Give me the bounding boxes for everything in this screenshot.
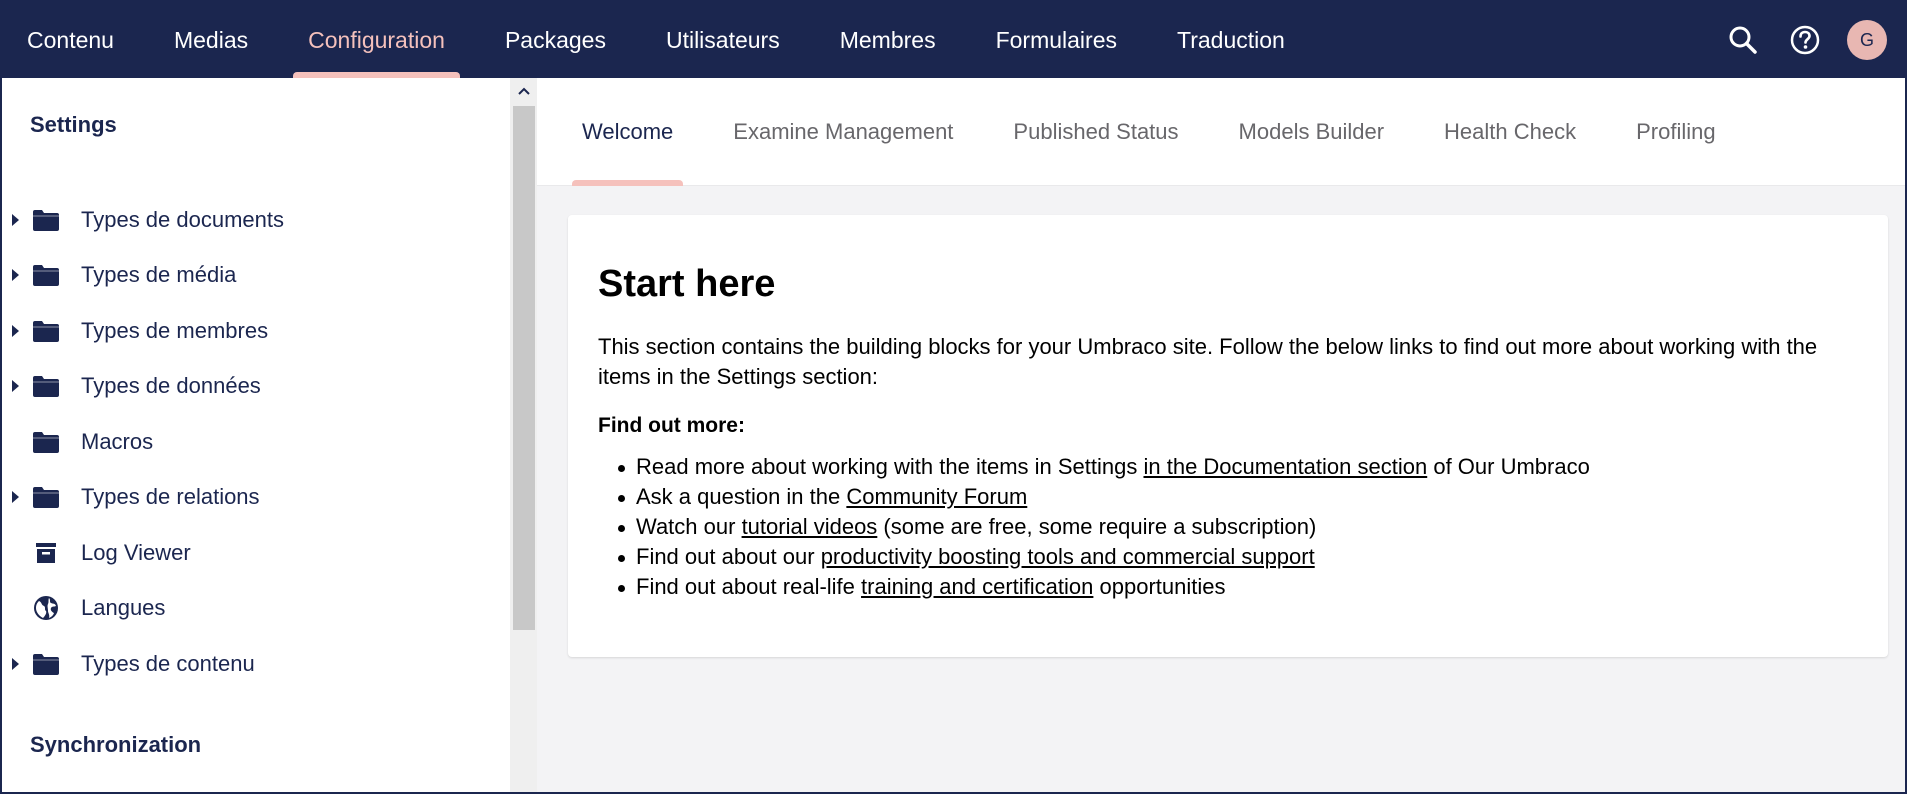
tree-item-label: Types de membres bbox=[81, 318, 269, 343]
tree-item-log-viewer[interactable]: Log Viewer bbox=[2, 529, 510, 577]
expand-caret-icon[interactable] bbox=[12, 269, 19, 281]
tree-item-types-de-contenu[interactable]: Types de contenu bbox=[2, 640, 510, 688]
top-tools: G bbox=[1723, 2, 1887, 78]
folder-icon bbox=[32, 374, 60, 398]
section-packages[interactable]: Packages bbox=[490, 2, 621, 78]
list-item-text: opportunities bbox=[1093, 574, 1226, 599]
section-medias[interactable]: Medias bbox=[159, 2, 263, 78]
list-item: Ask a question in the Community Forum bbox=[598, 482, 1858, 512]
tree-item-label: Langues bbox=[81, 595, 166, 620]
tree-item-label: Types de données bbox=[81, 373, 261, 398]
expand-caret-icon[interactable] bbox=[12, 380, 19, 392]
expand-caret-icon[interactable] bbox=[12, 658, 19, 670]
tree-item-types-de-documents[interactable]: Types de documents bbox=[2, 196, 510, 244]
dashboard-tabs: Welcome Examine Management Published Sta… bbox=[537, 78, 1905, 186]
avatar[interactable]: G bbox=[1847, 20, 1887, 60]
tab-profiling[interactable]: Profiling bbox=[1626, 78, 1725, 185]
expand-caret-icon[interactable] bbox=[12, 214, 19, 226]
sidebar: Settings Types de documents Types de méd… bbox=[2, 78, 537, 792]
tree-item-label: Types de documents bbox=[81, 207, 285, 232]
settings-heading: Settings bbox=[30, 112, 117, 137]
sidebar-tree: Settings Types de documents Types de méd… bbox=[2, 78, 510, 792]
section-configuration[interactable]: Configuration bbox=[293, 2, 460, 78]
list-item-text: Find out about our bbox=[636, 544, 821, 569]
folder-icon bbox=[32, 485, 60, 509]
app-window: Contenu Medias Configuration Packages Ut… bbox=[0, 0, 1907, 794]
tree-item-label: Types de relations bbox=[81, 484, 260, 509]
tree-item-label: Types de contenu bbox=[81, 651, 255, 676]
list-item: Read more about working with the items i… bbox=[598, 452, 1858, 482]
expand-caret-icon[interactable] bbox=[12, 325, 19, 337]
folder-icon bbox=[32, 430, 60, 454]
page-title: Start here bbox=[598, 263, 776, 305]
synchronization-heading: Synchronization bbox=[30, 732, 202, 757]
chevron-up-icon bbox=[517, 87, 530, 95]
help-icon bbox=[1790, 25, 1820, 55]
tab-published-status[interactable]: Published Status bbox=[1003, 78, 1188, 185]
section-nav: Contenu Medias Configuration Packages Ut… bbox=[2, 2, 1330, 78]
list-item-text: Read more about working with the items i… bbox=[636, 454, 1144, 479]
list-item-text: Find out about real-life bbox=[636, 574, 862, 599]
documentation-link[interactable]: in the Documentation section bbox=[1143, 454, 1427, 479]
tree-item-types-de-media[interactable]: Types de média bbox=[2, 251, 510, 299]
folder-icon bbox=[32, 263, 60, 287]
section-utilisateurs[interactable]: Utilisateurs bbox=[651, 2, 795, 78]
section-formulaires[interactable]: Formulaires bbox=[981, 2, 1132, 78]
welcome-card: Start here This section contains the bui… bbox=[568, 215, 1888, 657]
tab-welcome[interactable]: Welcome bbox=[572, 78, 684, 186]
list-item-text: of Our Umbraco bbox=[1427, 454, 1590, 479]
scroll-up-button[interactable] bbox=[510, 78, 537, 104]
training-certification-link[interactable]: training and certification bbox=[861, 574, 1093, 599]
top-navigation: Contenu Medias Configuration Packages Ut… bbox=[2, 2, 1905, 78]
tab-examine-management[interactable]: Examine Management bbox=[723, 78, 963, 185]
section-contenu[interactable]: Contenu bbox=[12, 2, 129, 78]
list-item: Find out about our productivity boosting… bbox=[598, 542, 1858, 572]
tab-models-builder[interactable]: Models Builder bbox=[1229, 78, 1395, 185]
community-forum-link[interactable]: Community Forum bbox=[846, 484, 1027, 509]
search-button[interactable] bbox=[1723, 20, 1763, 60]
folder-icon bbox=[32, 208, 60, 232]
tutorial-videos-link[interactable]: tutorial videos bbox=[742, 514, 878, 539]
folder-icon bbox=[32, 319, 60, 343]
help-button[interactable] bbox=[1785, 20, 1825, 60]
scroll-thumb[interactable] bbox=[513, 106, 535, 630]
tree-item-types-de-relations[interactable]: Types de relations bbox=[2, 473, 510, 521]
list-item-text: (some are free, some require a subscript… bbox=[877, 514, 1317, 539]
section-traduction[interactable]: Traduction bbox=[1162, 2, 1300, 78]
tree-item-label: Macros bbox=[81, 429, 154, 454]
tree-item-types-de-donnees[interactable]: Types de données bbox=[2, 362, 510, 410]
main-panel: Welcome Examine Management Published Sta… bbox=[537, 78, 1905, 792]
tree-item-langues[interactable]: Langues bbox=[2, 584, 510, 632]
intro-text: This section contains the building block… bbox=[598, 334, 1818, 389]
commercial-support-link[interactable]: productivity boosting tools and commerci… bbox=[821, 544, 1315, 569]
tree-item-types-de-membres[interactable]: Types de membres bbox=[2, 307, 510, 355]
expand-caret-icon[interactable] bbox=[12, 491, 19, 503]
tree-item-label: Log Viewer bbox=[81, 540, 191, 565]
tab-health-check[interactable]: Health Check bbox=[1434, 78, 1586, 185]
list-item: Find out about real-life training and ce… bbox=[598, 572, 1858, 602]
link-list: Read more about working with the items i… bbox=[598, 452, 1858, 602]
search-icon bbox=[1729, 26, 1757, 54]
tree-item-label: Types de média bbox=[81, 262, 237, 287]
tree-item-macros[interactable]: Macros bbox=[2, 418, 510, 466]
globe-icon bbox=[32, 596, 60, 620]
archive-icon bbox=[32, 541, 60, 565]
list-item-text: Watch our bbox=[636, 514, 742, 539]
folder-icon bbox=[32, 652, 60, 676]
sidebar-scrollbar[interactable] bbox=[510, 78, 537, 792]
list-item: Watch our tutorial videos (some are free… bbox=[598, 512, 1858, 542]
list-item-text: Ask a question in the bbox=[636, 484, 847, 509]
find-out-more-heading: Find out more: bbox=[598, 414, 745, 437]
section-membres[interactable]: Membres bbox=[825, 2, 951, 78]
